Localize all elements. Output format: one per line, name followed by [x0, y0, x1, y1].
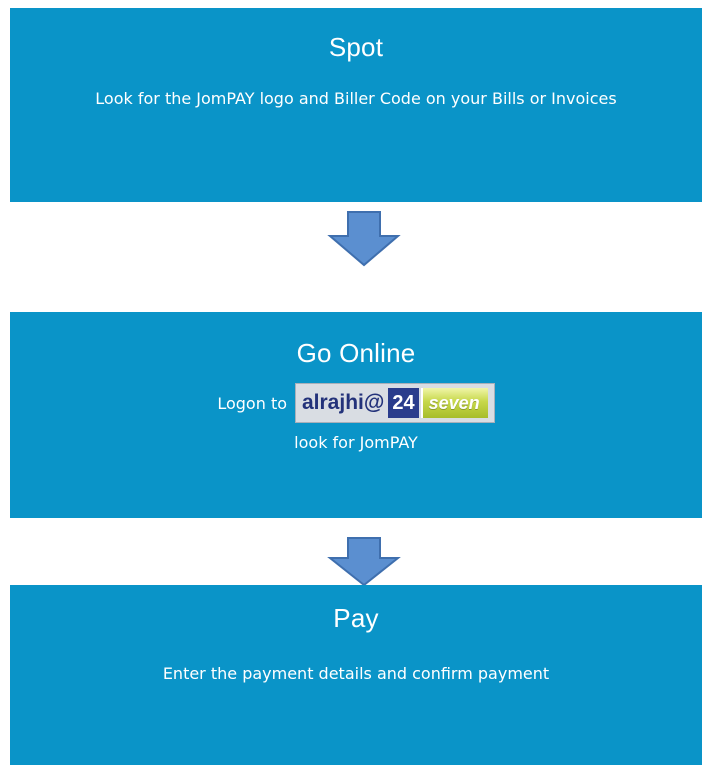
step-go-online-description: look for JomPAY [294, 433, 418, 452]
step-pay-box: Pay Enter the payment details and confir… [10, 585, 702, 765]
step-spot-description: Look for the JomPAY logo and Biller Code… [95, 89, 617, 108]
step-pay-description: Enter the payment details and confirm pa… [162, 664, 550, 683]
step-spot-box: Spot Look for the JomPAY logo and Biller… [10, 8, 702, 202]
logo-number: 24 [388, 388, 419, 418]
logo-tail: seven [420, 388, 488, 418]
logon-label: Logon to [217, 393, 287, 413]
step-go-online-title: Go Online [296, 338, 416, 368]
step-spot-title: Spot [328, 32, 384, 62]
step-pay-title: Pay [333, 603, 379, 633]
step-go-online-box: Go Online Logon to alrajhi@ 24 seven loo… [10, 312, 702, 518]
alrajhi-24seven-logo: alrajhi@ 24 seven [295, 383, 495, 423]
arrow-down-icon [327, 537, 401, 587]
logo-word: alrajhi@ [302, 391, 385, 414]
arrow-down-icon [327, 211, 401, 267]
logon-row: Logon to alrajhi@ 24 seven [10, 383, 702, 423]
